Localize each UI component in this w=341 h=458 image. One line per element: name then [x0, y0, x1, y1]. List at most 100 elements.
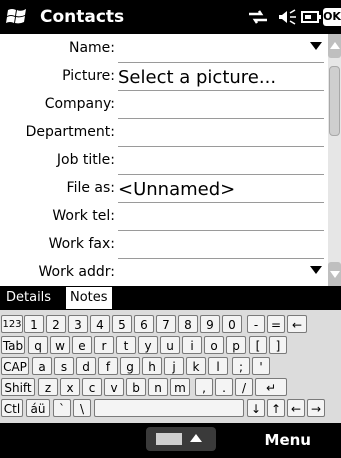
contact-form: Name: Picture: Select a picture... Compa…: [0, 34, 328, 286]
key-t[interactable]: t: [116, 336, 136, 354]
key-m[interactable]: m: [170, 378, 190, 396]
key-backtick[interactable]: `: [53, 399, 71, 417]
key-equals[interactable]: =: [267, 315, 285, 333]
key-3[interactable]: 3: [68, 315, 88, 333]
field-row-department[interactable]: Department:: [0, 120, 328, 148]
key-7[interactable]: 7: [156, 315, 176, 333]
key-semicolon[interactable]: ;: [232, 357, 250, 375]
volume-icon[interactable]: [276, 8, 298, 26]
key-l[interactable]: l: [208, 357, 228, 375]
key-shift[interactable]: Shift: [1, 378, 35, 396]
key-apostrophe[interactable]: ': [252, 357, 270, 375]
key-y[interactable]: y: [138, 336, 158, 354]
key-q[interactable]: q: [28, 336, 48, 354]
picture-field[interactable]: Select a picture...: [118, 64, 324, 91]
key-b[interactable]: b: [126, 378, 146, 396]
menu-softkey[interactable]: Menu: [265, 431, 311, 449]
field-row-file-as[interactable]: File as: <Unnamed>: [0, 176, 328, 204]
key-enter[interactable]: ↵: [255, 378, 287, 396]
key-c[interactable]: c: [82, 378, 102, 396]
key-g[interactable]: g: [120, 357, 140, 375]
key-ctl[interactable]: Ctl: [1, 399, 23, 417]
key-o[interactable]: o: [204, 336, 224, 354]
key-n[interactable]: n: [148, 378, 168, 396]
keyboard-icon: [156, 433, 182, 445]
key-tab[interactable]: Tab: [1, 336, 25, 354]
key-z[interactable]: z: [38, 378, 58, 396]
key-8[interactable]: 8: [178, 315, 198, 333]
key-i[interactable]: i: [182, 336, 202, 354]
key-x[interactable]: x: [60, 378, 80, 396]
key-v[interactable]: v: [104, 378, 124, 396]
key-h[interactable]: h: [142, 357, 162, 375]
department-field[interactable]: [118, 120, 324, 147]
battery-icon[interactable]: [300, 8, 322, 26]
work-fax-field[interactable]: [118, 232, 324, 259]
ok-button[interactable]: OK: [323, 8, 341, 26]
key-period[interactable]: .: [215, 378, 233, 396]
key-accents[interactable]: áü: [26, 399, 50, 417]
key-space[interactable]: [94, 399, 244, 417]
field-label: Name:: [68, 40, 115, 56]
key-right-bracket[interactable]: ]: [269, 336, 287, 354]
job-title-field[interactable]: [118, 148, 324, 175]
vertical-scrollbar[interactable]: [328, 34, 341, 286]
scroll-up-button[interactable]: [328, 34, 341, 58]
field-label: Work addr:: [38, 264, 115, 280]
key-f[interactable]: f: [98, 357, 118, 375]
field-row-name[interactable]: Name:: [0, 36, 328, 64]
file-as-field[interactable]: <Unnamed>: [118, 176, 324, 203]
field-row-work-tel[interactable]: Work tel:: [0, 204, 328, 232]
tab-details[interactable]: Details: [2, 287, 55, 309]
key-e[interactable]: e: [72, 336, 92, 354]
key-r[interactable]: r: [94, 336, 114, 354]
key-w[interactable]: w: [50, 336, 70, 354]
scroll-thumb[interactable]: [329, 66, 340, 136]
key-2[interactable]: 2: [46, 315, 66, 333]
key-k[interactable]: k: [186, 357, 206, 375]
field-label: Company:: [44, 96, 115, 112]
tab-notes[interactable]: Notes: [66, 287, 112, 309]
key-backspace[interactable]: ←: [287, 315, 307, 333]
key-123[interactable]: 123: [1, 315, 23, 333]
scroll-down-button[interactable]: [328, 262, 341, 286]
key-6[interactable]: 6: [134, 315, 154, 333]
name-field[interactable]: [118, 36, 324, 63]
key-a[interactable]: a: [32, 357, 52, 375]
windows-start-icon[interactable]: [6, 6, 28, 28]
key-s[interactable]: s: [54, 357, 74, 375]
field-row-picture[interactable]: Picture: Select a picture...: [0, 64, 328, 92]
key-0[interactable]: 0: [222, 315, 242, 333]
input-panel-button[interactable]: [146, 427, 216, 451]
key-left-bracket[interactable]: [: [249, 336, 267, 354]
field-label: Job title:: [56, 152, 115, 168]
key-up[interactable]: ↑: [267, 399, 285, 417]
key-p[interactable]: p: [226, 336, 246, 354]
key-4[interactable]: 4: [90, 315, 110, 333]
connectivity-icon[interactable]: [247, 8, 269, 26]
key-5[interactable]: 5: [112, 315, 132, 333]
work-tel-field[interactable]: [118, 204, 324, 231]
key-right[interactable]: →: [307, 399, 325, 417]
key-left[interactable]: ←: [287, 399, 305, 417]
key-slash[interactable]: /: [235, 378, 253, 396]
arrow-up-icon: [190, 434, 202, 442]
key-1[interactable]: 1: [24, 315, 44, 333]
key-backslash[interactable]: \: [73, 399, 91, 417]
company-field[interactable]: [118, 92, 324, 119]
dropdown-arrow-icon[interactable]: [310, 266, 322, 274]
work-addr-field[interactable]: [118, 260, 324, 286]
field-row-work-addr[interactable]: Work addr:: [0, 260, 328, 286]
key-down[interactable]: ↓: [247, 399, 265, 417]
key-9[interactable]: 9: [200, 315, 220, 333]
key-d[interactable]: d: [76, 357, 96, 375]
key-caps[interactable]: CAP: [1, 357, 29, 375]
key-j[interactable]: j: [164, 357, 184, 375]
field-row-work-fax[interactable]: Work fax:: [0, 232, 328, 260]
dropdown-arrow-icon[interactable]: [310, 42, 322, 50]
key-comma[interactable]: ,: [195, 378, 213, 396]
key-minus[interactable]: -: [247, 315, 265, 333]
field-row-job-title[interactable]: Job title:: [0, 148, 328, 176]
field-row-company[interactable]: Company:: [0, 92, 328, 120]
key-u[interactable]: u: [160, 336, 180, 354]
